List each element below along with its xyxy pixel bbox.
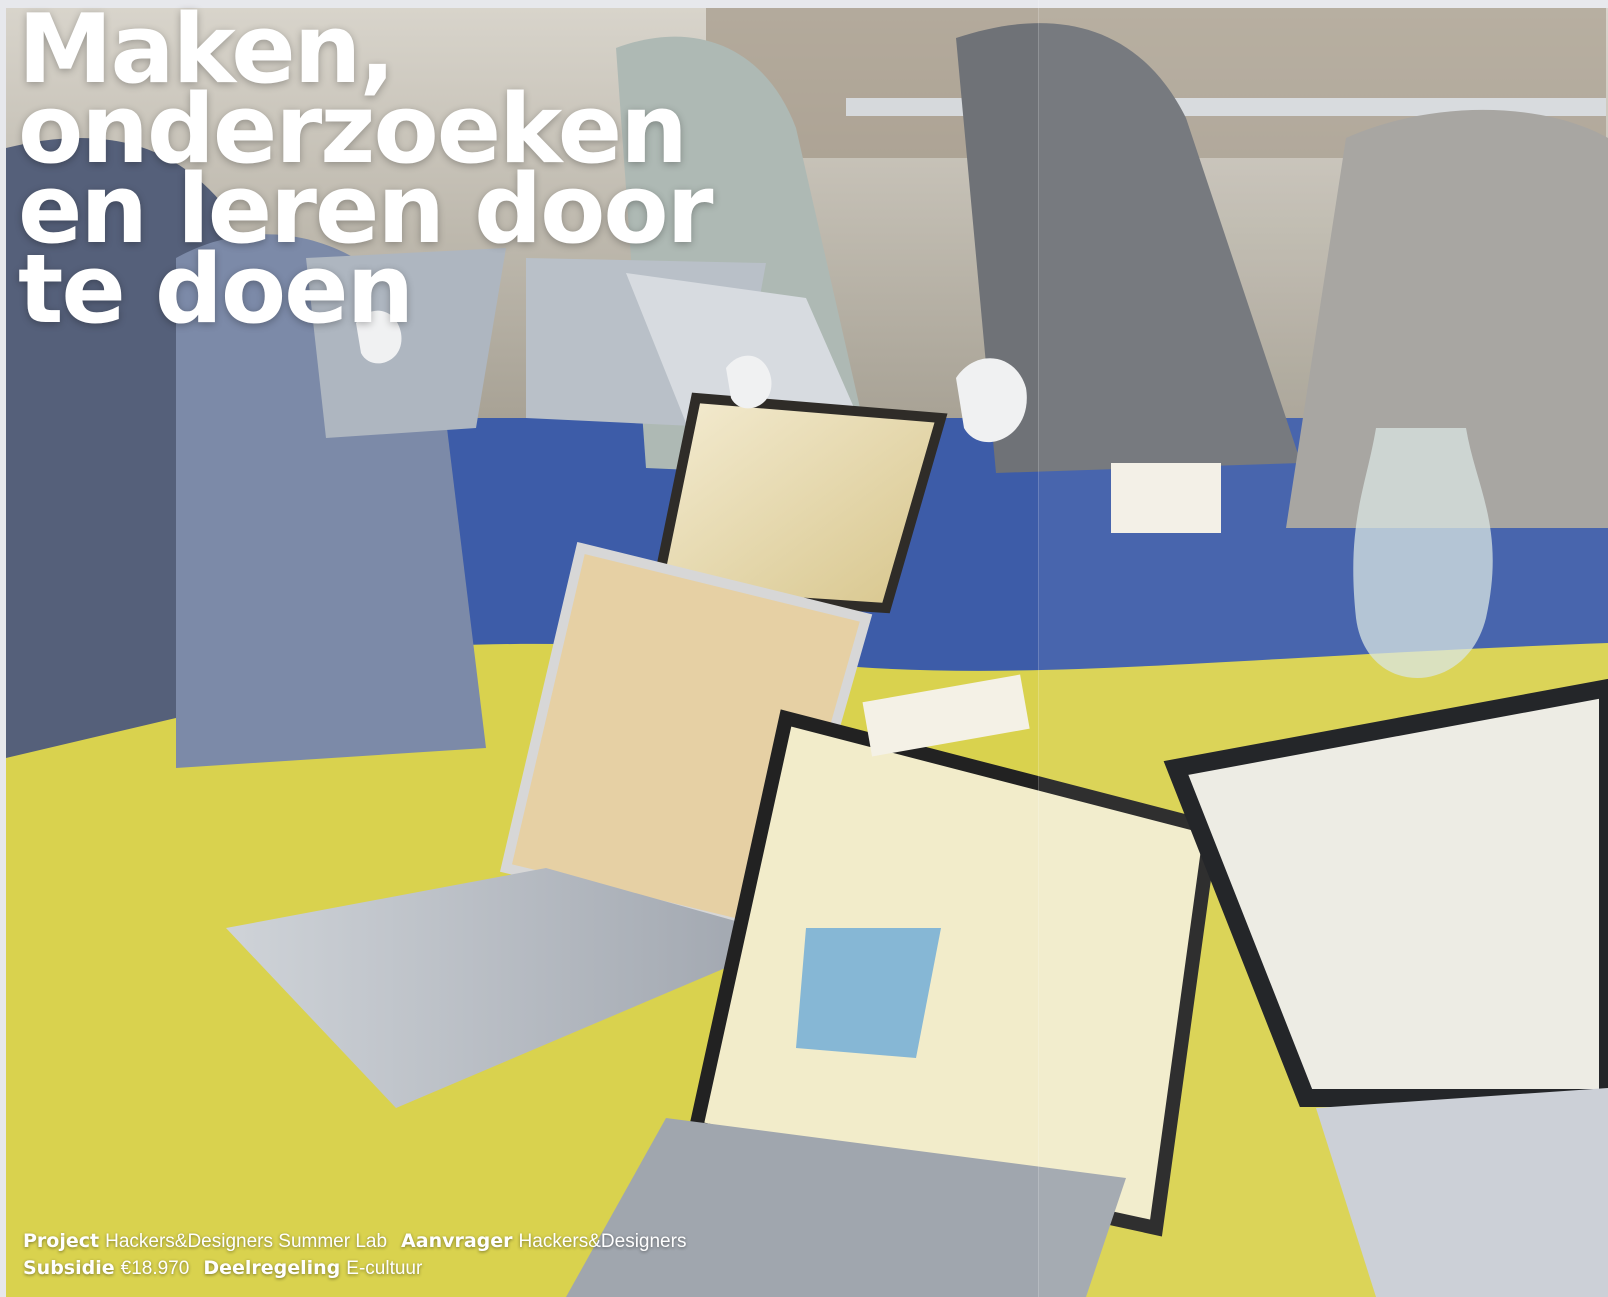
- screen-image-thumbnail: [796, 928, 941, 1058]
- project-caption: Project Hackers&Designers Summer Lab Aanvr…: [23, 1228, 923, 1282]
- project-value: Hackers&Designers Summer Lab: [105, 1231, 388, 1252]
- aanvrager-value: Hackers&Designers: [518, 1231, 687, 1252]
- subsidie-value: €18.970: [120, 1258, 190, 1279]
- caption-line-subsidie: Subsidie €18.970 Deelregeling E-cultuur: [23, 1255, 923, 1282]
- water-bottle: [1353, 428, 1493, 678]
- subsidie-label: Subsidie: [23, 1257, 115, 1279]
- deelregeling-label: Deelregeling: [203, 1257, 341, 1279]
- headline: Maken, onderzoeken en leren door te doen: [18, 3, 738, 338]
- notebook-stack: [1111, 463, 1221, 533]
- deelregeling-value: E-cultuur: [346, 1258, 423, 1279]
- aanvrager-label: Aanvrager: [401, 1230, 513, 1252]
- headline-line-4: te doen: [18, 235, 414, 345]
- project-label: Project: [23, 1230, 100, 1252]
- magazine-spread: Maken, onderzoeken en leren door te doen…: [0, 0, 1608, 1297]
- caption-line-project: Project Hackers&Designers Summer Lab Aanvr…: [23, 1228, 923, 1255]
